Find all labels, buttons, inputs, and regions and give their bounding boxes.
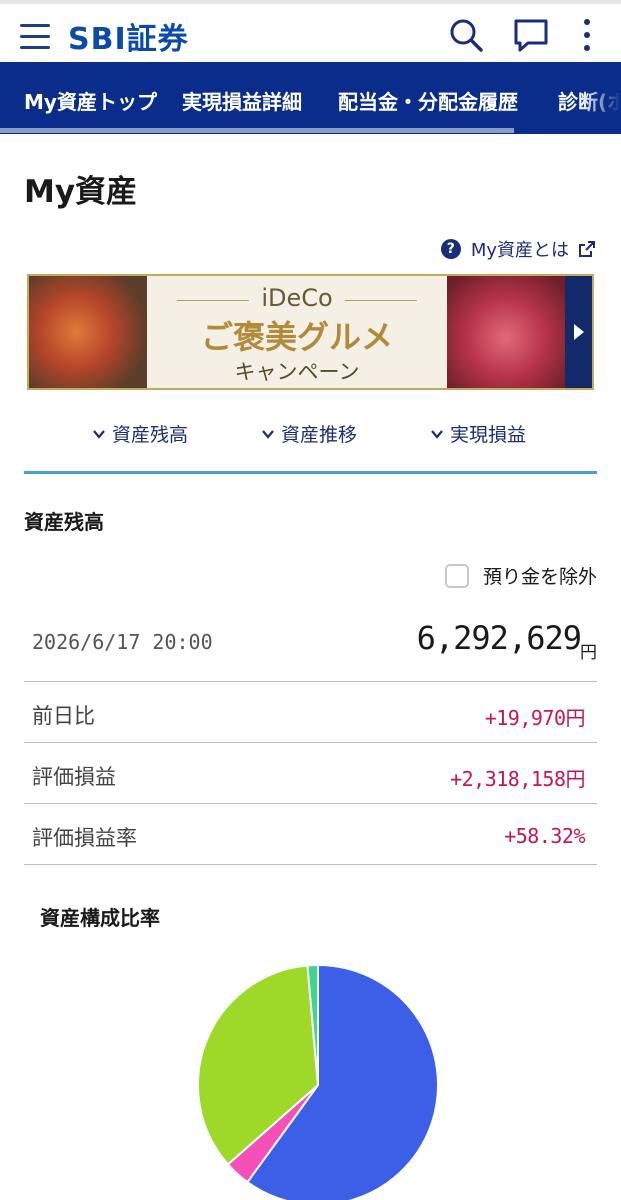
asset-composition-pie-chart: [197, 963, 439, 1200]
